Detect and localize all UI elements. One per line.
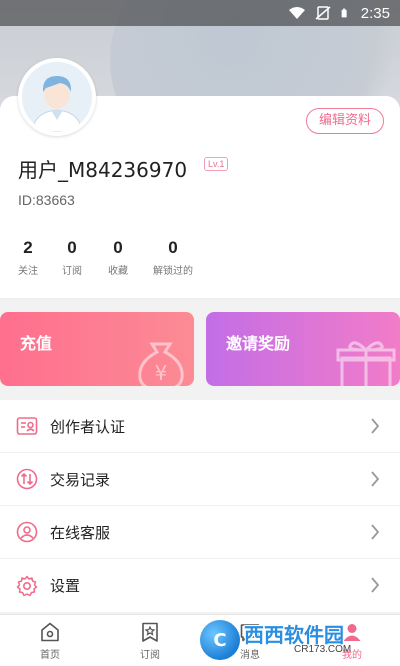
- no-sim-icon: [315, 6, 331, 20]
- transaction-icon: [16, 468, 38, 490]
- menu-item-label: 交易记录: [50, 470, 111, 489]
- home-icon: [41, 622, 59, 642]
- recharge-banner[interactable]: 充值 ¥: [0, 312, 194, 386]
- stat-subscribed-value: 0: [67, 238, 77, 257]
- money-bag-icon: ¥: [138, 342, 184, 386]
- user-avatar-icon: [22, 62, 92, 132]
- stat-subscribed-label: 订阅: [62, 266, 82, 277]
- stat-unlocked-value: 0: [168, 238, 178, 257]
- stat-following-label: 关注: [18, 266, 38, 277]
- menu-item-label: 设置: [50, 577, 81, 595]
- stat-favorites-value: 0: [113, 238, 123, 257]
- chevron-right-icon: [371, 577, 380, 593]
- stat-following[interactable]: 2 关注: [14, 238, 42, 277]
- invite-reward-label: 邀请奖励: [226, 334, 291, 353]
- chevron-right-icon: [371, 418, 380, 434]
- tab-label: 订阅: [140, 650, 160, 661]
- gift-icon: [336, 341, 396, 386]
- recharge-label: 充值: [20, 334, 53, 353]
- invite-reward-banner[interactable]: 邀请奖励: [206, 312, 400, 386]
- tab-label: 首页: [40, 650, 60, 661]
- stat-unlocked[interactable]: 0 解锁过的: [148, 238, 198, 277]
- status-time: 2:35: [360, 4, 390, 22]
- watermark-logo: C: [200, 620, 240, 660]
- status-bar: 2:35: [0, 0, 400, 26]
- stat-favorites[interactable]: 0 收藏: [104, 238, 132, 277]
- menu-item-transactions[interactable]: 交易记录: [0, 453, 400, 506]
- stat-favorites-label: 收藏: [108, 266, 128, 277]
- settings-icon: [16, 575, 38, 596]
- menu-item-customer-service[interactable]: 在线客服: [0, 506, 400, 559]
- subscribe-icon: [142, 622, 158, 642]
- menu-item-label: 创作者认证: [50, 417, 126, 436]
- stat-subscribed[interactable]: 0 订阅: [58, 238, 86, 277]
- watermark-brand: 西西软件园: [244, 623, 344, 647]
- watermark: C 西西软件园 CR173.COM: [200, 614, 400, 666]
- wifi-icon: [288, 7, 305, 19]
- watermark-site: CR173.COM: [294, 644, 352, 655]
- menu-item-label: 在线客服: [50, 523, 111, 542]
- creator-verify-icon: [16, 417, 38, 435]
- stat-following-value: 2: [23, 238, 33, 257]
- chevron-right-icon: [371, 524, 380, 540]
- username: 用户_M84236970: [18, 158, 188, 182]
- menu-item-settings[interactable]: 设置: [0, 559, 400, 612]
- edit-profile-button[interactable]: 编辑资料: [305, 108, 384, 134]
- user-id: ID:83663: [18, 192, 75, 208]
- svg-text:¥: ¥: [155, 361, 168, 385]
- settings-menu: 创作者认证 交易记录 在线客服 设置: [0, 400, 400, 612]
- battery-icon: [341, 8, 347, 18]
- customer-service-icon: [16, 521, 38, 543]
- menu-item-creator-verification[interactable]: 创作者认证: [0, 400, 400, 453]
- level-badge: Lv.1: [204, 157, 229, 171]
- avatar[interactable]: [18, 58, 96, 136]
- tab-home[interactable]: 首页: [20, 621, 80, 661]
- watermark-text: 西西软件园 CR173.COM: [244, 625, 351, 655]
- chevron-right-icon: [371, 471, 380, 487]
- stat-unlocked-label: 解锁过的: [153, 266, 193, 277]
- tab-subscribe[interactable]: 订阅: [120, 621, 180, 661]
